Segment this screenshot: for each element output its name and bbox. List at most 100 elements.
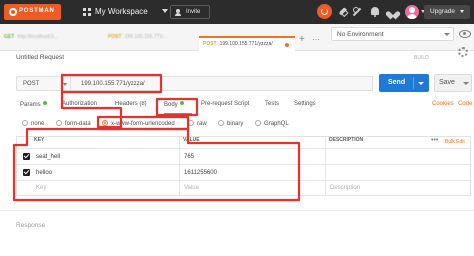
tab-method: POST	[108, 34, 122, 40]
radio-icon	[22, 120, 28, 126]
workspace-label: My Workspace	[95, 7, 148, 16]
radio-raw[interactable]: raw	[188, 120, 212, 130]
radio-urlencoded[interactable]: x-www-form-urlencoded	[102, 120, 190, 130]
column-divider	[325, 137, 326, 196]
workspace-switcher[interactable]: My Workspace	[80, 5, 168, 19]
request-tab[interactable]: GET http://localhost:3...	[4, 34, 104, 48]
environment-value: No Environment	[337, 31, 384, 38]
row-checkbox[interactable]	[23, 169, 30, 176]
tab-method: GET	[4, 34, 15, 40]
row-checkbox[interactable]	[23, 153, 30, 160]
new-description-input[interactable]: Description	[330, 185, 360, 195]
table-divider	[17, 180, 470, 181]
user-add-icon	[175, 9, 182, 16]
row-value[interactable]: 1611255600	[184, 170, 217, 180]
gear-icon[interactable]	[458, 47, 468, 57]
bell-icon[interactable]	[369, 6, 381, 18]
tab-settings-label: Settings	[294, 101, 316, 107]
method-value: POST	[23, 81, 40, 87]
tab-body[interactable]: Body	[164, 101, 194, 113]
tab-params[interactable]: Params	[20, 101, 54, 113]
tab-params-label: Params	[20, 102, 41, 108]
radio-form-data-label: form-data	[65, 121, 91, 127]
response-label: Response	[16, 222, 46, 229]
tab-prerequest-script[interactable]: Pre-request Script	[201, 101, 257, 113]
radio-graphql[interactable]: GraphQL	[255, 120, 295, 130]
tab-prerequest-label: Pre-request Script	[201, 101, 250, 107]
chevron-down-icon	[162, 9, 168, 13]
row-key[interactable]: helloo	[36, 170, 52, 180]
column-header-key: KEY	[34, 137, 45, 143]
heart-icon[interactable]	[387, 6, 399, 18]
table-divider	[17, 148, 470, 149]
chevron-down-icon	[460, 10, 464, 13]
new-tab-button[interactable]: +	[299, 35, 308, 45]
tab-authorization[interactable]: Authorization	[62, 101, 108, 113]
radio-none[interactable]: none	[22, 120, 50, 130]
build-label[interactable]: BUILD	[414, 55, 436, 63]
tab-label: 199.100.155.771/...	[124, 34, 168, 40]
sync-icon[interactable]	[317, 4, 332, 19]
new-key-input[interactable]: Key	[36, 185, 46, 195]
save-label: Save	[439, 79, 455, 86]
invite-button[interactable]: Invite	[170, 5, 210, 19]
radio-raw-label: raw	[197, 121, 207, 127]
workspace-grid-icon	[83, 8, 92, 17]
request-tab[interactable]: POST 199.100.155.771/...	[108, 34, 196, 48]
active-tab-underline	[164, 113, 192, 115]
save-button[interactable]: Save	[434, 74, 472, 92]
new-value-input[interactable]: Value	[184, 185, 199, 195]
radio-graphql-label: GraphQL	[264, 121, 289, 127]
url-input[interactable]: 199.100.155.771/yzzza/	[71, 76, 373, 91]
avatar[interactable]	[405, 5, 419, 19]
top-bar: POSTMAN My Workspace Invite Upgrade	[0, 0, 474, 24]
column-divider	[179, 137, 180, 196]
cookies-link[interactable]: Cookies	[432, 101, 456, 111]
radio-binary[interactable]: binary	[218, 120, 252, 130]
tab-headers-label: Headers (8)	[115, 101, 147, 107]
tab-tests-label: Tests	[265, 101, 280, 107]
radio-icon	[218, 120, 224, 126]
send-button[interactable]: Send	[379, 74, 429, 92]
radio-icon	[188, 120, 194, 126]
request-tab-active[interactable]: POST 199.100.155.771/yzzza/	[199, 36, 295, 51]
method-select[interactable]: POST	[16, 76, 71, 91]
radio-none-label: none	[31, 121, 45, 127]
radio-icon	[56, 120, 62, 126]
logo-text: POSTMAN	[19, 8, 55, 14]
chevron-down-icon	[444, 33, 450, 36]
environment-select[interactable]: No Environment	[331, 27, 454, 41]
tab-tests[interactable]: Tests	[265, 101, 287, 113]
tab-authorization-label: Authorization	[62, 101, 98, 107]
upgrade-button[interactable]: Upgrade	[424, 5, 470, 19]
row-value[interactable]: 765	[184, 154, 194, 164]
chevron-down-icon[interactable]	[463, 82, 469, 85]
tab-body-label: Body	[164, 102, 178, 108]
tab-headers[interactable]: Headers (8)	[115, 101, 155, 113]
chevron-down-icon	[63, 83, 67, 86]
radio-binary-label: binary	[227, 121, 244, 127]
status-dot-icon	[42, 101, 47, 105]
chevron-down-icon[interactable]	[418, 82, 424, 85]
eye-icon[interactable]	[458, 28, 471, 39]
send-label: Send	[388, 79, 406, 86]
more-options-icon[interactable]: •••	[431, 137, 440, 146]
bulk-edit-link[interactable]: Bulk Edit	[445, 139, 471, 147]
send-divider	[413, 77, 414, 89]
satellite-icon[interactable]	[337, 6, 349, 18]
row-key[interactable]: seat_hell	[36, 154, 60, 164]
column-header-value: VALUE	[183, 137, 200, 143]
tab-overflow-button[interactable]: ···	[312, 35, 320, 45]
code-link[interactable]: Code	[458, 101, 472, 111]
response-divider[interactable]	[0, 210, 474, 211]
radio-form-data[interactable]: form-data	[56, 120, 98, 130]
postman-logo: POSTMAN	[4, 4, 61, 20]
radio-urlencoded-label: x-www-form-urlencoded	[111, 121, 175, 127]
wrench-icon[interactable]	[351, 6, 363, 18]
tab-settings[interactable]: Settings	[294, 101, 324, 113]
unsaved-dot-icon	[285, 43, 289, 47]
upgrade-label: Upgrade	[430, 8, 455, 15]
column-header-description: DESCRIPTION	[329, 137, 364, 143]
tab-method: POST	[203, 41, 217, 47]
tab-label: http://localhost:3...	[17, 34, 58, 40]
